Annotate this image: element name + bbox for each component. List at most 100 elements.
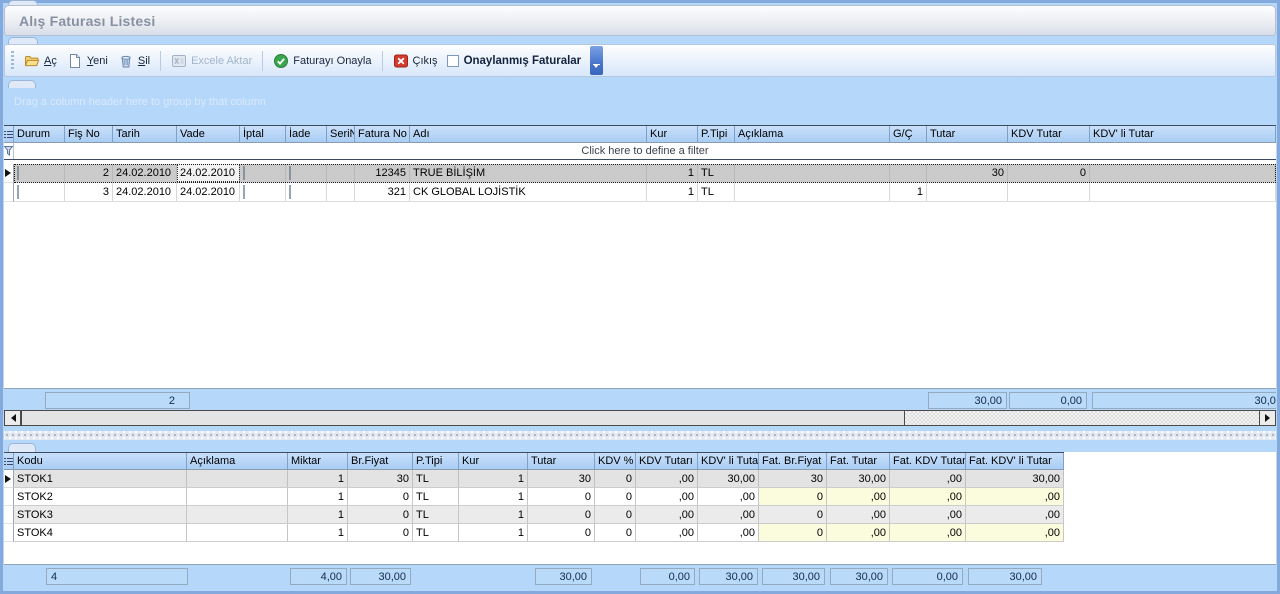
cell[interactable] (14, 183, 65, 201)
column-header[interactable]: Tutar (927, 126, 1008, 142)
column-header[interactable]: Durum (14, 126, 65, 142)
cell[interactable]: 321 (355, 183, 410, 201)
cell[interactable] (1090, 183, 1276, 201)
column-header[interactable]: P.Tipi (698, 126, 735, 142)
cell[interactable] (187, 488, 288, 505)
cell-checkbox[interactable] (17, 166, 19, 180)
cell-checkbox[interactable] (289, 166, 291, 180)
cell[interactable]: ,00 (890, 488, 966, 505)
column-header[interactable]: KDV Tutarı (636, 453, 698, 469)
cell[interactable]: 0 (528, 506, 595, 523)
cell[interactable] (240, 164, 286, 182)
column-header[interactable]: Fiş No (65, 126, 113, 142)
horizontal-scrollbar[interactable] (4, 410, 1276, 426)
cell[interactable] (327, 183, 355, 201)
delete-button[interactable]: Sil (113, 50, 155, 72)
scroll-right-button[interactable] (1259, 411, 1275, 425)
cell[interactable]: TL (413, 470, 459, 487)
table-row[interactable]: STOK210TL100,00,000,00,00,00 (4, 488, 1064, 506)
table-row[interactable]: 224.02.201024.02.201012345TRUE BİLİŞİM1T… (4, 164, 1276, 183)
cell[interactable]: ,00 (636, 506, 698, 523)
table-row[interactable]: STOK410TL100,00,000,00,00,00 (4, 524, 1064, 542)
cell[interactable] (240, 183, 286, 201)
cell[interactable]: TL (698, 164, 735, 182)
cell[interactable]: STOK2 (14, 488, 187, 505)
cell[interactable]: 30 (927, 164, 1008, 182)
column-header[interactable]: Adı (410, 126, 647, 142)
cell[interactable]: 0 (759, 488, 827, 505)
column-header[interactable]: Kur (647, 126, 698, 142)
column-header[interactable]: Fat. Br.Fiyat (759, 453, 827, 469)
cell[interactable] (735, 183, 890, 201)
cell[interactable]: 1 (647, 183, 698, 201)
cell-checkbox[interactable] (243, 166, 245, 180)
approved-invoices-checkbox[interactable]: Onaylanmış Faturalar (443, 55, 586, 67)
cell[interactable]: 0 (348, 488, 413, 505)
column-header[interactable]: Fatura No (355, 126, 410, 142)
cell[interactable] (927, 183, 1008, 201)
new-button[interactable]: Yeni (62, 50, 113, 72)
filter-row[interactable]: Click here to define a filter (4, 143, 1276, 160)
open-button[interactable]: Aç (19, 50, 62, 72)
column-header[interactable]: Fat. KDV Tutarı (890, 453, 966, 469)
scroll-left-button[interactable] (5, 411, 21, 425)
column-header[interactable]: KDV % (595, 453, 636, 469)
column-header[interactable]: Fat. KDV' li Tutar (966, 453, 1064, 469)
column-header[interactable]: Miktar (288, 453, 348, 469)
column-header[interactable]: İptal (240, 126, 286, 142)
cell[interactable] (327, 164, 355, 182)
column-header[interactable]: G/Ç (890, 126, 927, 142)
cell[interactable]: 0 (595, 524, 636, 541)
cell[interactable] (187, 506, 288, 523)
column-header[interactable]: Vade (177, 126, 240, 142)
column-header[interactable]: Tarih (113, 126, 177, 142)
cell[interactable] (14, 164, 65, 182)
excel-export-button[interactable]: Excele Aktar (166, 50, 257, 72)
column-header[interactable]: KDV' li Tutar (1090, 126, 1276, 142)
column-header[interactable]: Kur (459, 453, 528, 469)
cell[interactable]: TL (413, 524, 459, 541)
cell[interactable]: 0 (528, 488, 595, 505)
column-header[interactable]: Açıklama (735, 126, 890, 142)
panel-splitter[interactable] (4, 431, 1276, 440)
cell-checkbox[interactable] (243, 185, 245, 199)
cell[interactable]: 0 (348, 524, 413, 541)
cell[interactable]: ,00 (827, 488, 890, 505)
exit-button[interactable]: Çıkış (388, 50, 443, 72)
table-row[interactable]: STOK1130TL1300,0030,003030,00,0030,00 (4, 470, 1064, 488)
cell[interactable] (1008, 183, 1090, 201)
column-header[interactable]: Tutar (528, 453, 595, 469)
cell[interactable]: STOK4 (14, 524, 187, 541)
cell[interactable]: 30 (348, 470, 413, 487)
cell[interactable]: 1 (459, 488, 528, 505)
cell[interactable]: 30,00 (698, 470, 759, 487)
approve-invoice-button[interactable]: Faturayı Onayla (268, 50, 376, 72)
column-header[interactable]: KDV Tutar (1008, 126, 1090, 142)
group-by-panel[interactable]: Drag a column header here to group by th… (14, 96, 266, 108)
cell[interactable] (286, 183, 327, 201)
cell[interactable] (890, 164, 927, 182)
cell[interactable]: 30 (528, 470, 595, 487)
cell[interactable]: TL (698, 183, 735, 201)
cell[interactable]: 2 (65, 164, 113, 182)
cell[interactable]: 0 (348, 506, 413, 523)
cell[interactable]: 1 (459, 506, 528, 523)
cell[interactable] (187, 470, 288, 487)
cell[interactable]: 12345 (355, 164, 410, 182)
column-header[interactable]: KDV' li Tutar (698, 453, 759, 469)
cell-checkbox[interactable] (17, 185, 19, 199)
cell[interactable]: ,00 (966, 488, 1064, 505)
cell[interactable]: CK GLOBAL LOJİSTİK (410, 183, 647, 201)
toolbar-grip[interactable] (11, 51, 14, 71)
cell[interactable]: ,00 (698, 524, 759, 541)
cell[interactable]: 30 (759, 470, 827, 487)
cell[interactable] (187, 524, 288, 541)
cell[interactable]: ,00 (698, 488, 759, 505)
cell[interactable]: 0 (759, 524, 827, 541)
scrollbar-thumb[interactable] (21, 411, 905, 425)
cell[interactable]: 0 (595, 488, 636, 505)
column-header[interactable]: Br.Fiyat (348, 453, 413, 469)
column-header[interactable]: Fat. Tutar (827, 453, 890, 469)
cell[interactable]: 0 (759, 506, 827, 523)
cell[interactable]: ,00 (698, 506, 759, 523)
